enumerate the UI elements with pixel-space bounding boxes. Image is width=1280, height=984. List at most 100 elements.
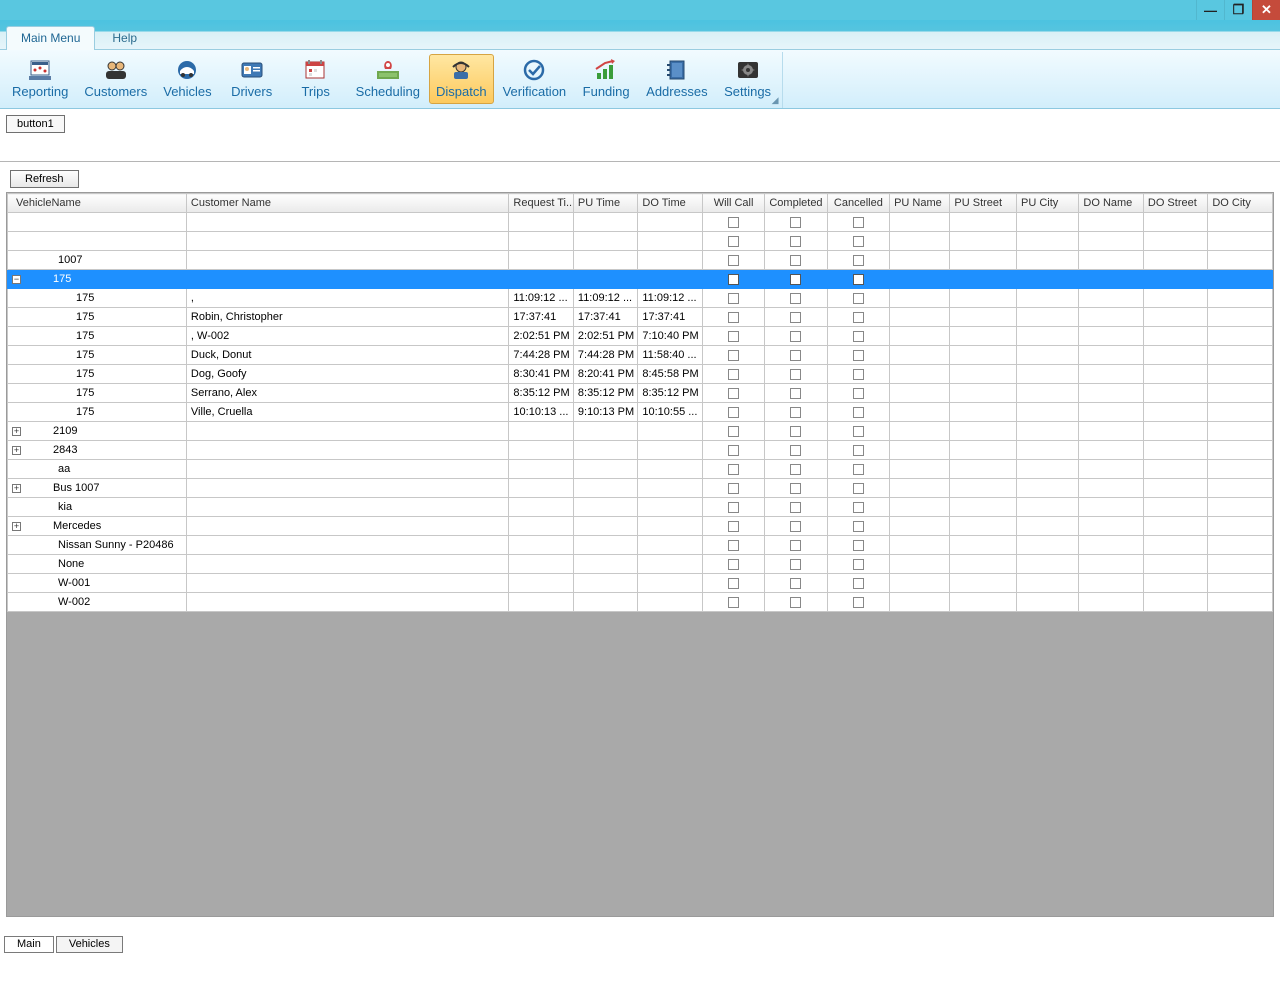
checkbox[interactable] xyxy=(790,578,801,589)
checkbox[interactable] xyxy=(728,464,739,475)
checkbox[interactable] xyxy=(853,445,864,456)
checkbox[interactable] xyxy=(728,540,739,551)
checkbox[interactable] xyxy=(728,255,739,266)
checkbox[interactable] xyxy=(853,236,864,247)
col-do-name[interactable]: DO Name xyxy=(1079,194,1143,213)
table-row[interactable]: +2843 xyxy=(8,441,1273,460)
collapse-icon[interactable]: − xyxy=(12,275,21,284)
col-customer[interactable]: Customer Name xyxy=(186,194,508,213)
checkbox[interactable] xyxy=(790,445,801,456)
maximize-button[interactable]: ❐ xyxy=(1224,0,1252,20)
col-do-time[interactable]: DO Time xyxy=(638,194,702,213)
checkbox[interactable] xyxy=(790,236,801,247)
toolbar-customers[interactable]: Customers xyxy=(77,54,154,104)
col-will-call[interactable]: Will Call xyxy=(702,194,764,213)
checkbox[interactable] xyxy=(853,426,864,437)
toolbar-reporting[interactable]: Reporting xyxy=(5,54,75,104)
checkbox[interactable] xyxy=(853,483,864,494)
checkbox[interactable] xyxy=(728,331,739,342)
checkbox[interactable] xyxy=(790,388,801,399)
minimize-button[interactable]: — xyxy=(1196,0,1224,20)
col-do-city[interactable]: DO City xyxy=(1208,194,1273,213)
checkbox[interactable] xyxy=(853,331,864,342)
checkbox[interactable] xyxy=(728,502,739,513)
table-row[interactable]: 175, W-0022:02:51 PM2:02:51 PM7:10:40 PM xyxy=(8,327,1273,346)
toolbar-addresses[interactable]: Addresses xyxy=(639,54,714,104)
checkbox[interactable] xyxy=(728,445,739,456)
checkbox[interactable] xyxy=(728,312,739,323)
checkbox[interactable] xyxy=(728,407,739,418)
table-row[interactable]: kia xyxy=(8,498,1273,517)
checkbox[interactable] xyxy=(728,217,739,228)
table-row[interactable]: 175Robin, Christopher17:37:4117:37:4117:… xyxy=(8,308,1273,327)
checkbox[interactable] xyxy=(790,369,801,380)
checkbox[interactable] xyxy=(853,597,864,608)
table-row[interactable]: +Bus 1007 xyxy=(8,479,1273,498)
checkbox[interactable] xyxy=(853,369,864,380)
checkbox[interactable] xyxy=(790,217,801,228)
toolbar-dispatch[interactable]: Dispatch xyxy=(429,54,494,104)
table-row[interactable]: None xyxy=(8,555,1273,574)
close-button[interactable]: ✕ xyxy=(1252,0,1280,20)
table-row[interactable]: 175,11:09:12 ...11:09:12 ...11:09:12 ... xyxy=(8,289,1273,308)
col-do-street[interactable]: DO Street xyxy=(1143,194,1207,213)
checkbox[interactable] xyxy=(853,521,864,532)
ribbon-tab-help[interactable]: Help xyxy=(97,26,152,50)
table-row[interactable]: 1007 xyxy=(8,251,1273,270)
table-row[interactable]: 175Ville, Cruella10:10:13 ...9:10:13 PM1… xyxy=(8,403,1273,422)
table-row[interactable]: aa xyxy=(8,460,1273,479)
toolbar-verification[interactable]: Verification xyxy=(496,54,574,104)
checkbox[interactable] xyxy=(728,483,739,494)
checkbox[interactable] xyxy=(853,274,864,285)
table-row[interactable]: +2109 xyxy=(8,422,1273,441)
table-row[interactable]: 175Dog, Goofy8:30:41 PM8:20:41 PM8:45:58… xyxy=(8,365,1273,384)
expand-icon[interactable]: + xyxy=(12,446,21,455)
checkbox[interactable] xyxy=(853,293,864,304)
expand-icon[interactable]: + xyxy=(12,484,21,493)
checkbox[interactable] xyxy=(790,521,801,532)
checkbox[interactable] xyxy=(853,540,864,551)
checkbox[interactable] xyxy=(853,502,864,513)
col-request[interactable]: Request Ti... xyxy=(509,194,573,213)
checkbox[interactable] xyxy=(790,331,801,342)
checkbox[interactable] xyxy=(790,407,801,418)
table-row[interactable]: −175 xyxy=(8,270,1273,289)
col-cancelled[interactable]: Cancelled xyxy=(827,194,889,213)
checkbox[interactable] xyxy=(728,293,739,304)
checkbox[interactable] xyxy=(790,502,801,513)
checkbox[interactable] xyxy=(853,464,864,475)
checkbox[interactable] xyxy=(790,255,801,266)
checkbox[interactable] xyxy=(790,464,801,475)
col-vehicle[interactable]: VehicleName xyxy=(8,194,187,213)
checkbox[interactable] xyxy=(728,559,739,570)
expand-icon[interactable]: + xyxy=(12,427,21,436)
checkbox[interactable] xyxy=(853,217,864,228)
checkbox[interactable] xyxy=(728,426,739,437)
checkbox[interactable] xyxy=(728,236,739,247)
table-row[interactable] xyxy=(8,232,1273,251)
button1[interactable]: button1 xyxy=(6,115,65,133)
ribbon-group-dialog-launcher-icon[interactable]: ◢ xyxy=(769,96,779,106)
checkbox[interactable] xyxy=(853,255,864,266)
checkbox[interactable] xyxy=(790,293,801,304)
refresh-button[interactable]: Refresh xyxy=(10,170,79,188)
toolbar-funding[interactable]: Funding xyxy=(575,54,637,104)
table-row[interactable]: 175Serrano, Alex8:35:12 PM8:35:12 PM8:35… xyxy=(8,384,1273,403)
checkbox[interactable] xyxy=(853,578,864,589)
checkbox[interactable] xyxy=(728,350,739,361)
toolbar-vehicles[interactable]: Vehicles xyxy=(156,54,218,104)
checkbox[interactable] xyxy=(790,540,801,551)
col-pu-city[interactable]: PU City xyxy=(1016,194,1078,213)
table-row[interactable]: +Mercedes xyxy=(8,517,1273,536)
checkbox[interactable] xyxy=(790,597,801,608)
toolbar-scheduling[interactable]: Scheduling xyxy=(349,54,427,104)
col-completed[interactable]: Completed xyxy=(765,194,827,213)
checkbox[interactable] xyxy=(853,559,864,570)
table-row[interactable]: Nissan Sunny - P20486 xyxy=(8,536,1273,555)
checkbox[interactable] xyxy=(790,312,801,323)
bottom-tab-vehicles[interactable]: Vehicles xyxy=(56,936,123,953)
toolbar-drivers[interactable]: Drivers xyxy=(221,54,283,104)
checkbox[interactable] xyxy=(728,521,739,532)
ribbon-tab-main[interactable]: Main Menu xyxy=(6,26,95,50)
checkbox[interactable] xyxy=(790,483,801,494)
